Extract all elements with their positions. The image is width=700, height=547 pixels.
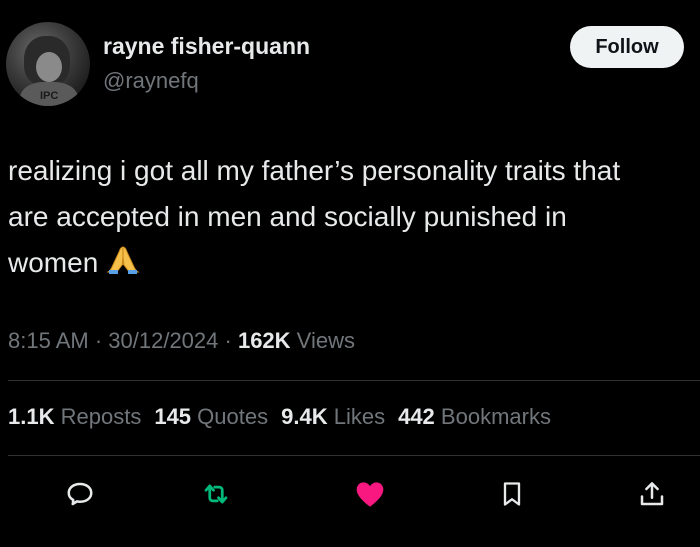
repost-icon[interactable] bbox=[196, 474, 236, 514]
views-count: 162K bbox=[237, 328, 291, 353]
bookmarks-stat[interactable]: 442 Bookmarks bbox=[398, 404, 551, 429]
user-display-name[interactable]: rayne fisher-quann bbox=[103, 33, 310, 60]
separator: · bbox=[218, 328, 238, 353]
tweet-line: realizing i got all my father’s personal… bbox=[8, 155, 621, 186]
heart-icon[interactable] bbox=[350, 474, 390, 514]
user-handle[interactable]: @raynefq bbox=[103, 68, 199, 94]
tweet-line-text: women bbox=[8, 247, 99, 278]
action-bar bbox=[0, 474, 700, 514]
views-label: Views bbox=[296, 328, 355, 353]
reposts-count: 1.1K bbox=[8, 404, 55, 429]
bookmarks-count: 442 bbox=[398, 404, 435, 429]
divider bbox=[8, 455, 700, 456]
tweet-time[interactable]: 8:15 AM bbox=[8, 328, 89, 353]
tweet-meta: 8:15 AM · 30/12/2024 · 162K Views bbox=[8, 328, 355, 354]
likes-stat[interactable]: 9.4K Likes bbox=[281, 404, 385, 429]
quotes-stat[interactable]: 145 Quotes bbox=[154, 404, 268, 429]
quotes-count: 145 bbox=[154, 404, 192, 429]
reposts-stat[interactable]: 1.1K Reposts bbox=[8, 404, 141, 429]
tweet-date[interactable]: 30/12/2024 bbox=[108, 328, 218, 353]
divider bbox=[8, 380, 700, 381]
likes-count: 9.4K bbox=[281, 404, 328, 429]
reply-icon[interactable] bbox=[60, 474, 100, 514]
avatar-shirt-text: IPC bbox=[40, 90, 59, 102]
tweet-line: are accepted in men and socially punishe… bbox=[8, 201, 567, 232]
bookmarks-label: Bookmarks bbox=[440, 404, 551, 429]
quotes-label: Quotes bbox=[197, 404, 269, 429]
engagement-stats: 1.1K Reposts 145 Quotes 9.4K Likes 442 Book… bbox=[8, 404, 551, 430]
likes-label: Likes bbox=[333, 404, 386, 429]
separator: · bbox=[88, 328, 109, 353]
folded-hands-emoji bbox=[106, 243, 140, 274]
tweet-text: realizing i got all my father’s personal… bbox=[8, 148, 698, 286]
avatar[interactable]: IPC bbox=[6, 22, 90, 106]
bookmark-icon[interactable] bbox=[492, 474, 532, 514]
reposts-label: Reposts bbox=[60, 404, 142, 429]
avatar-face bbox=[36, 52, 62, 82]
follow-button[interactable]: Follow bbox=[570, 26, 684, 68]
share-icon[interactable] bbox=[632, 474, 672, 514]
tweet-line: women bbox=[8, 240, 698, 286]
